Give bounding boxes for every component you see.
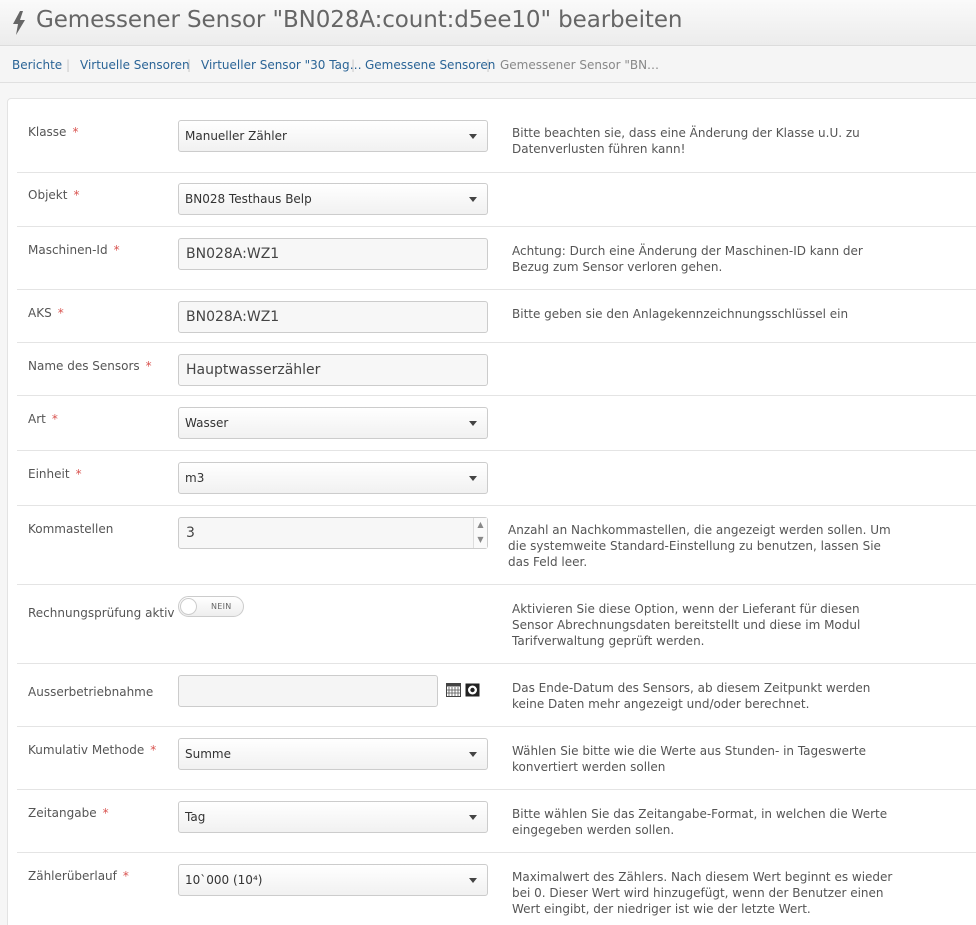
chevron-down-icon xyxy=(469,476,477,481)
art-select[interactable]: Wasser xyxy=(178,407,488,439)
chevron-down-icon xyxy=(469,134,477,139)
kommastellen-label: Kommastellen xyxy=(28,522,114,536)
chevron-down-icon xyxy=(469,752,477,757)
ausserbetrieb-date-input[interactable] xyxy=(178,675,438,707)
rechnungspruefung-help: Aktivieren Sie diese Option, wenn der Li… xyxy=(512,602,861,648)
breadcrumb-current: Gemessener Sensor "BN… xyxy=(500,58,660,72)
aks-input[interactable]: BN028A:WZ1 xyxy=(178,301,488,333)
objekt-label: Objekt * xyxy=(28,188,80,202)
name-input[interactable]: Hauptwasserzähler xyxy=(178,354,488,386)
title-bar: Gemessener Sensor "BN028A:count:d5ee10" … xyxy=(0,0,976,46)
ueberlauf-select[interactable]: 10`000 (10⁴) xyxy=(178,864,488,896)
maschinen-id-help: Achtung: Durch eine Änderung der Maschin… xyxy=(512,244,863,274)
ueberlauf-label: Zählerüberlauf * xyxy=(28,869,129,883)
toggle-knob xyxy=(180,598,197,615)
maschinen-id-input[interactable]: BN028A:WZ1 xyxy=(178,238,488,270)
klasse-help: Bitte beachten sie, dass eine Änderung d… xyxy=(512,126,860,156)
stepper-down-icon[interactable]: ▼ xyxy=(474,533,487,548)
chevron-down-icon xyxy=(469,197,477,202)
breadcrumb-virtuelle-sensoren[interactable]: Virtuelle Sensoren xyxy=(80,58,190,72)
klasse-label: Klasse * xyxy=(28,125,79,139)
breadcrumb-virtueller-sensor[interactable]: Virtueller Sensor "30 Tag… xyxy=(201,58,362,72)
objekt-select[interactable]: BN028 Testhaus Belp xyxy=(178,183,488,215)
ausserbetrieb-label: Ausserbetriebnahme xyxy=(28,685,154,699)
einheit-select[interactable]: m3 xyxy=(178,462,488,494)
stepper-up-icon[interactable]: ▲ xyxy=(474,518,487,533)
aks-help: Bitte geben sie den Anlagekennzeichnungs… xyxy=(512,307,849,321)
breadcrumb: Berichte | Virtuelle Sensoren | Virtuell… xyxy=(0,47,976,83)
ueberlauf-help: Maximalwert des Zählers. Nach diesem Wer… xyxy=(512,870,893,916)
calendar-icon[interactable] xyxy=(446,683,461,697)
breadcrumb-berichte[interactable]: Berichte xyxy=(12,58,62,72)
chevron-down-icon xyxy=(469,815,477,820)
form-row-art xyxy=(17,396,976,451)
page-title: Gemessener Sensor "BN028A:count:d5ee10" … xyxy=(36,7,683,33)
zeitangabe-select[interactable]: Tag xyxy=(178,801,488,833)
breadcrumb-separator: | xyxy=(486,58,491,72)
clear-date-icon[interactable] xyxy=(465,683,480,697)
breadcrumb-separator: | xyxy=(66,58,71,72)
number-stepper[interactable]: ▲ ▼ xyxy=(473,518,487,548)
kommastellen-help: Anzahl an Nachkommastellen, die angezeig… xyxy=(508,523,891,569)
breadcrumb-separator: | xyxy=(187,58,192,72)
toggle-state-label: NEIN xyxy=(211,602,232,611)
rechnungspruefung-label: Rechnungsprüfung aktiv xyxy=(28,606,175,620)
lightning-icon xyxy=(13,11,25,35)
ausserbetrieb-help: Das Ende-Datum des Sensors, ab diesem Ze… xyxy=(512,681,871,711)
form-row-einheit xyxy=(17,451,976,506)
chevron-down-icon xyxy=(469,421,477,426)
einheit-label: Einheit * xyxy=(28,467,82,481)
kumulativ-select[interactable]: Summe xyxy=(178,738,488,770)
breadcrumb-gemessene-sensoren[interactable]: Gemessene Sensoren xyxy=(365,58,495,72)
chevron-down-icon xyxy=(469,878,477,883)
form-row-name xyxy=(17,343,976,396)
rechnungspruefung-toggle[interactable]: NEIN xyxy=(178,596,244,617)
aks-label: AKS * xyxy=(28,306,64,320)
zeitangabe-label: Zeitangabe * xyxy=(28,806,109,820)
breadcrumb-separator: | xyxy=(351,58,356,72)
art-label: Art * xyxy=(28,412,58,426)
klasse-select[interactable]: Manueller Zähler xyxy=(178,120,488,152)
name-label: Name des Sensors * xyxy=(28,359,152,373)
kommastellen-input[interactable]: 3 ▲ ▼ xyxy=(178,517,488,549)
kumulativ-label: Kumulativ Methode * xyxy=(28,743,157,757)
maschinen-id-label: Maschinen-Id * xyxy=(28,243,120,257)
form-row-objekt xyxy=(17,173,976,227)
kumulativ-help: Wählen Sie bitte wie die Werte aus Stund… xyxy=(512,744,867,774)
zeitangabe-help: Bitte wählen Sie das Zeitangabe-Format, … xyxy=(512,807,888,837)
